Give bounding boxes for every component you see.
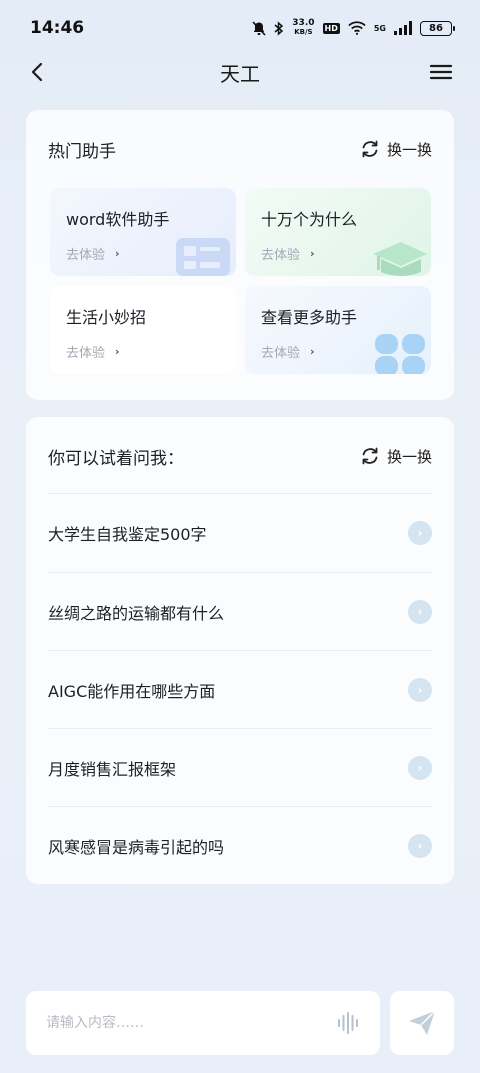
refresh-label: 换一换	[386, 140, 432, 159]
assistant-name: 生活小妙招	[66, 308, 147, 327]
hot-assistants-header: 热门助手 换一换	[48, 110, 432, 188]
arrow-right-icon: ›	[408, 678, 432, 702]
bell-muted-icon	[252, 20, 266, 36]
assistant-tile-why[interactable]: 十万个为什么 去体验 ›	[245, 188, 431, 276]
assistant-try-label: 去体验	[66, 346, 106, 361]
arrow-right-icon: ›	[408, 521, 432, 545]
assistant-try-label: 去体验	[261, 346, 301, 361]
suggestion-text: 大学生自我鉴定500字	[48, 525, 207, 544]
suggestion-item[interactable]: 风寒感冒是病毒引起的吗 ›	[48, 807, 432, 885]
hot-assistants-title: 热门助手	[48, 141, 116, 162]
chevron-right-icon: ›	[310, 247, 315, 260]
suggestions-card: 你可以试着问我： 换一换 大学生自我鉴定500字 › 丝绸之路的运输都有什么 ›…	[26, 417, 454, 884]
page-title: 天工	[220, 61, 260, 86]
assistant-try-label: 去体验	[66, 248, 106, 263]
assistant-name: 查看更多助手	[261, 308, 358, 327]
net-speed-unit: KB/S	[294, 28, 313, 36]
hd-badge: HD	[322, 22, 340, 34]
assistant-tile-life-tips[interactable]: 生活小妙招 去体验 ›	[50, 286, 236, 374]
suggestion-text: AIGC能作用在哪些方面	[48, 682, 216, 701]
bluetooth-icon	[274, 20, 284, 36]
assistant-tile-word[interactable]: word软件助手 去体验 ›	[50, 188, 236, 276]
assistant-name: word软件助手	[66, 210, 170, 229]
assistant-name: 十万个为什么	[261, 210, 358, 229]
refresh-label: 换一换	[386, 447, 432, 466]
suggestion-text: 风寒感冒是病毒引起的吗	[48, 838, 225, 857]
back-icon[interactable]	[26, 60, 50, 84]
arrow-right-icon: ›	[408, 600, 432, 624]
menu-icon[interactable]	[428, 60, 454, 84]
chevron-right-icon: ›	[115, 247, 120, 260]
signal-icon	[394, 21, 412, 35]
battery-icon: 86	[420, 20, 455, 36]
suggestion-text: 月度销售汇报框架	[48, 760, 177, 779]
send-icon	[409, 1010, 436, 1035]
battery-level: 86	[429, 22, 443, 34]
status-time: 14:46	[30, 18, 85, 38]
hot-assistants-card: 热门助手 换一换 word软件助手 去体验 › 十万个为什么 去体验 › 生活小…	[26, 110, 454, 400]
assistant-try-link: 去体验 ›	[261, 342, 415, 361]
refresh-icon	[362, 447, 378, 465]
suggestion-item[interactable]: 大学生自我鉴定500字 ›	[48, 494, 432, 572]
message-input-box	[26, 991, 380, 1055]
network-label: 5G	[373, 23, 386, 33]
suggestion-item[interactable]: 月度销售汇报框架 ›	[48, 729, 432, 807]
assistant-try-label: 去体验	[261, 248, 301, 263]
hot-assistants-refresh-button[interactable]: 换一换	[359, 138, 432, 160]
net-speed-value: 33.0	[292, 18, 315, 28]
wifi-icon	[348, 21, 366, 35]
suggestion-item[interactable]: 丝绸之路的运输都有什么 ›	[48, 573, 432, 651]
suggestions-header: 你可以试着问我： 换一换	[48, 417, 432, 495]
suggestions-refresh-button[interactable]: 换一换	[359, 445, 432, 467]
message-input[interactable]	[46, 1015, 306, 1031]
voice-wave-icon[interactable]	[336, 1011, 360, 1035]
net-speed: 33.0 KB/S	[292, 19, 314, 37]
send-button[interactable]	[390, 991, 454, 1055]
assistant-try-link: 去体验 ›	[66, 342, 220, 361]
status-icons: 33.0 KB/S HD 5G 86	[252, 19, 455, 37]
suggestion-item[interactable]: AIGC能作用在哪些方面 ›	[48, 651, 432, 729]
assistant-grid: word软件助手 去体验 › 十万个为什么 去体验 › 生活小妙招 去体验 › …	[50, 188, 431, 374]
chevron-right-icon: ›	[310, 345, 315, 358]
arrow-right-icon: ›	[408, 834, 432, 858]
assistant-tile-more[interactable]: 查看更多助手 去体验 ›	[245, 286, 431, 374]
arrow-right-icon: ›	[408, 756, 432, 780]
suggestion-text: 丝绸之路的运输都有什么	[48, 604, 225, 623]
nav-bar: 天工	[0, 52, 480, 92]
assistant-try-link: 去体验 ›	[66, 244, 220, 263]
status-bar: 14:46 33.0 KB/S HD 5G 86	[0, 0, 480, 56]
assistant-try-link: 去体验 ›	[261, 244, 415, 263]
suggestions-title: 你可以试着问我：	[48, 448, 184, 469]
refresh-icon	[362, 140, 378, 158]
chevron-right-icon: ›	[115, 345, 120, 358]
